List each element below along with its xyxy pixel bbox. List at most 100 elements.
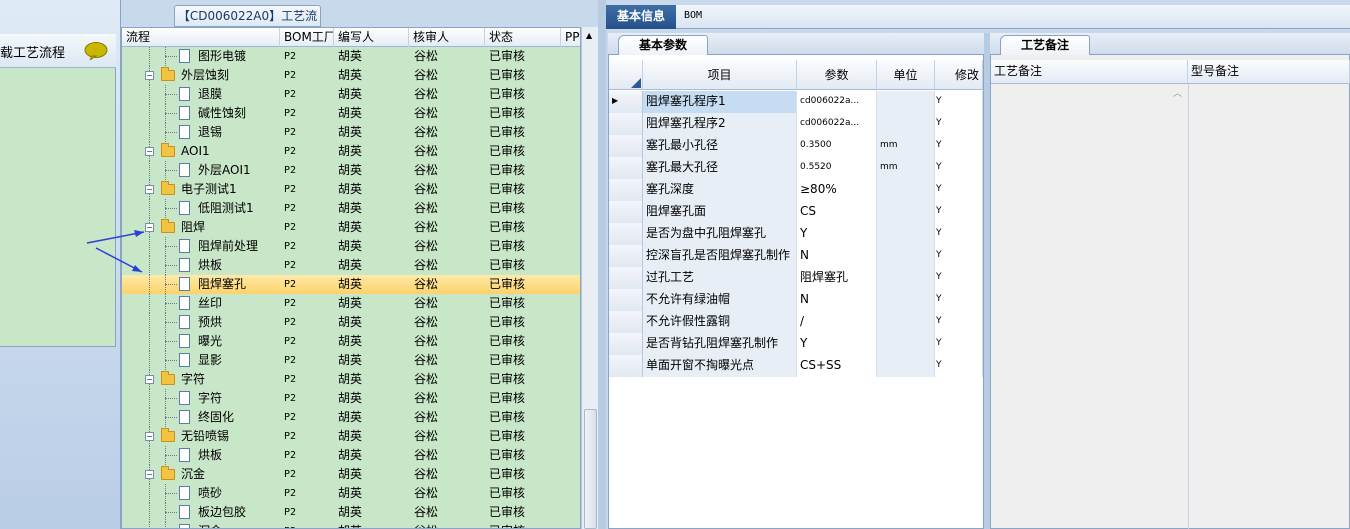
param-cell-item[interactable]: 阻焊塞孔程序2 [643, 113, 797, 135]
param-cell-item[interactable]: 阻焊塞孔面 [643, 201, 797, 223]
param-cell-value[interactable]: CS+SS [797, 355, 877, 377]
param-cell-value[interactable]: cd006022a... [797, 91, 877, 113]
tree-row[interactable]: 预烘 P2 胡英 谷松 已审核 [122, 313, 580, 332]
row-indicator[interactable]: ▶ [609, 91, 643, 113]
param-cell-unit[interactable] [877, 267, 935, 289]
tree-row[interactable]: 喷砂 P2 胡英 谷松 已审核 [122, 484, 580, 503]
tree-row[interactable]: 阻焊前处理 P2 胡英 谷松 已审核 [122, 237, 580, 256]
collapse-icon[interactable]: − [145, 71, 154, 80]
col-header-reviewer[interactable]: 核审人 [409, 28, 485, 47]
collapse-icon[interactable]: − [145, 375, 154, 384]
tree-row[interactable]: 图形电镀 P2 胡英 谷松 已审核 [122, 47, 580, 66]
param-row[interactable]: 塞孔最大孔径 0.5520 mm Y [609, 157, 983, 179]
param-cell-item[interactable]: 是否为盘中孔阻焊塞孔 [643, 223, 797, 245]
tree-row[interactable]: 终固化 P2 胡英 谷松 已审核 [122, 408, 580, 427]
col-header-process-notes[interactable]: 工艺备注 [991, 60, 1188, 84]
param-cell-modify[interactable]: Y [935, 201, 983, 223]
scroll-thumb[interactable] [584, 409, 597, 529]
param-cell-modify[interactable]: Y [935, 311, 983, 333]
tree-row[interactable]: 字符 P2 胡英 谷松 已审核 [122, 389, 580, 408]
param-cell-item[interactable]: 单面开窗不掏曝光点 [643, 355, 797, 377]
row-indicator[interactable] [609, 267, 643, 289]
param-cell-modify[interactable]: Y [935, 333, 983, 355]
tree-row[interactable]: − 阻焊 P2 胡英 谷松 已审核 [122, 218, 580, 237]
param-row[interactable]: 不允许假性露铜 / Y [609, 311, 983, 333]
tab-basic-info[interactable]: 基本信息 [606, 5, 676, 29]
tree-row[interactable]: 低阻测试1 P2 胡英 谷松 已审核 [122, 199, 580, 218]
param-cell-unit[interactable] [877, 333, 935, 355]
row-indicator[interactable] [609, 201, 643, 223]
col-header-status[interactable]: 状态 [485, 28, 561, 47]
param-cell-value[interactable]: 阻焊塞孔 [797, 267, 877, 289]
tree-row[interactable]: 退膜 P2 胡英 谷松 已审核 [122, 85, 580, 104]
param-cell-item[interactable]: 塞孔深度 [643, 179, 797, 201]
tree-row[interactable]: − 无铅喷锡 P2 胡英 谷松 已审核 [122, 427, 580, 446]
param-cell-unit[interactable] [877, 245, 935, 267]
row-indicator[interactable] [609, 289, 643, 311]
param-cell-value[interactable]: Y [797, 223, 877, 245]
param-cell-item[interactable]: 塞孔最小孔径 [643, 135, 797, 157]
tree-row[interactable]: − AOI1 P2 胡英 谷松 已审核 [122, 142, 580, 161]
tree-row[interactable]: 沉金 P2 胡英谷松已审核 [122, 522, 580, 528]
load-process-label[interactable]: 载工艺流程 [0, 42, 65, 61]
row-indicator[interactable] [609, 245, 643, 267]
param-cell-modify[interactable]: Y [935, 135, 983, 157]
param-row[interactable]: 阻焊塞孔程序2 cd006022a... Y [609, 113, 983, 135]
param-row[interactable]: 阻焊塞孔面 CS Y [609, 201, 983, 223]
col-header-modify[interactable]: 修改 [935, 60, 983, 90]
tree-row[interactable]: 烘板 P2 胡英 谷松 已审核 [122, 256, 580, 275]
param-cell-unit[interactable] [877, 289, 935, 311]
param-cell-modify[interactable]: Y [935, 113, 983, 135]
param-row[interactable]: 塞孔最小孔径 0.3500 mm Y [609, 135, 983, 157]
param-row[interactable]: 是否背钻孔阻焊塞孔制作 Y Y [609, 333, 983, 355]
col-header-model-notes[interactable]: 型号备注 [1188, 60, 1350, 84]
collapse-icon[interactable]: − [145, 147, 154, 156]
tree-row[interactable]: 碱性蚀刻 P2 胡英 谷松 已审核 [122, 104, 580, 123]
row-indicator[interactable] [609, 135, 643, 157]
row-indicator[interactable] [609, 113, 643, 135]
param-cell-unit[interactable] [877, 91, 935, 113]
tab-process-notes[interactable]: 工艺备注 [1000, 35, 1090, 55]
tree-row-selected[interactable]: 阻焊塞孔 P2 胡英 谷松 已审核 [122, 275, 580, 294]
param-cell-unit[interactable] [877, 311, 935, 333]
param-cell-item[interactable]: 是否背钻孔阻焊塞孔制作 [643, 333, 797, 355]
tree-row[interactable]: − 外层蚀刻 P2 胡英 谷松 已审核 [122, 66, 580, 85]
tree-row[interactable]: 外层AOI1 P2 胡英 谷松 已审核 [122, 161, 580, 180]
param-row[interactable]: 控深盲孔是否阻焊塞孔制作 N Y [609, 245, 983, 267]
col-header-flow[interactable]: 流程 [122, 28, 280, 47]
param-row[interactable]: 单面开窗不掏曝光点 CS+SS Y [609, 355, 983, 377]
param-cell-value[interactable]: 0.3500 [797, 135, 877, 157]
param-cell-value[interactable]: cd006022a... [797, 113, 877, 135]
tree-row[interactable]: 烘板 P2 胡英 谷松 已审核 [122, 446, 580, 465]
tab-bom[interactable]: BOM [684, 10, 702, 21]
col-header-value[interactable]: 参数 [797, 60, 877, 90]
tree-row[interactable]: 丝印 P2 胡英 谷松 已审核 [122, 294, 580, 313]
param-cell-modify[interactable]: Y [935, 355, 983, 377]
tree-row[interactable]: 显影 P2 胡英 谷松 已审核 [122, 351, 580, 370]
col-header-item[interactable]: 项目 [643, 60, 797, 90]
param-cell-item[interactable]: 塞孔最大孔径 [643, 157, 797, 179]
param-cell-value[interactable]: / [797, 311, 877, 333]
col-header-pp[interactable]: PP( [561, 28, 580, 47]
param-row[interactable]: ▶ 阻焊塞孔程序1 cd006022a... Y [609, 91, 983, 113]
param-cell-unit[interactable]: mm [877, 157, 935, 179]
param-cell-value[interactable]: ≥80% [797, 179, 877, 201]
param-row[interactable]: 塞孔深度 ≥80% Y [609, 179, 983, 201]
chat-bubble-icon[interactable] [84, 42, 108, 60]
param-cell-value[interactable]: 0.5520 [797, 157, 877, 179]
param-cell-item[interactable]: 阻焊塞孔程序1 [643, 91, 797, 113]
param-cell-item[interactable]: 过孔工艺 [643, 267, 797, 289]
param-cell-unit[interactable] [877, 355, 935, 377]
param-cell-modify[interactable]: Y [935, 179, 983, 201]
param-cell-unit[interactable]: mm [877, 135, 935, 157]
param-cell-item[interactable]: 不允许有绿油帽 [643, 289, 797, 311]
col-header-unit[interactable]: 单位 [877, 60, 935, 90]
tree-row[interactable]: − 字符 P2 胡英 谷松 已审核 [122, 370, 580, 389]
param-cell-modify[interactable]: Y [935, 245, 983, 267]
row-indicator[interactable] [609, 311, 643, 333]
param-cell-modify[interactable]: Y [935, 91, 983, 113]
row-indicator[interactable] [609, 223, 643, 245]
param-cell-unit[interactable] [877, 179, 935, 201]
param-cell-modify[interactable]: Y [935, 267, 983, 289]
param-cell-unit[interactable] [877, 113, 935, 135]
